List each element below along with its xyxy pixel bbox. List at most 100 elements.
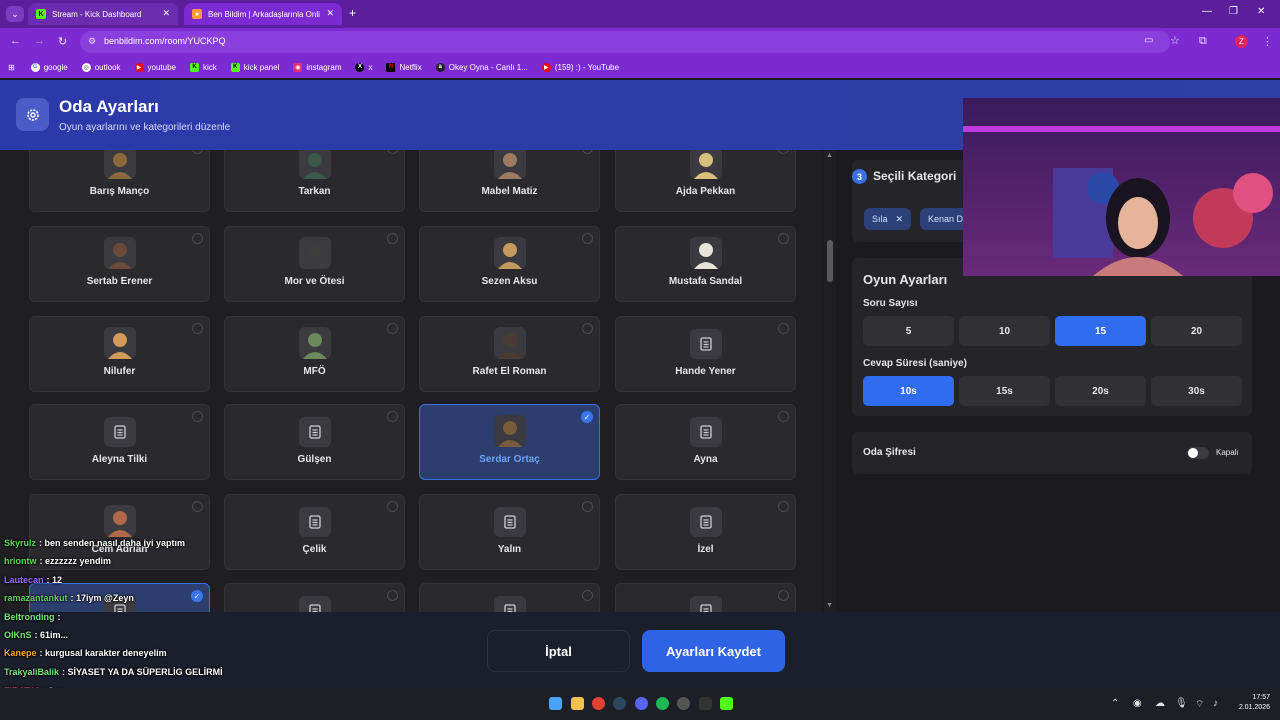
select-radio[interactable]	[582, 590, 593, 601]
chat-username[interactable]: hriontw	[4, 556, 37, 566]
tab-kick-dashboard[interactable]: K Stream - Kick Dashboard ✕	[28, 3, 178, 25]
profile-avatar[interactable]: Z	[1235, 35, 1248, 48]
question-count-option[interactable]: 5	[863, 316, 954, 346]
select-radio[interactable]	[582, 150, 593, 154]
select-radio[interactable]	[582, 233, 593, 244]
select-radio[interactable]	[192, 323, 203, 334]
steam-icon[interactable]	[613, 697, 626, 710]
chat-username[interactable]: OlKnS	[4, 630, 32, 640]
close-window-icon[interactable]: ✕	[1257, 6, 1265, 17]
obs-icon[interactable]	[677, 697, 690, 710]
category-card[interactable]: İzel	[615, 494, 796, 570]
category-card[interactable]: Sertab Erener	[29, 226, 210, 302]
reload-icon[interactable]: ↻	[58, 35, 67, 48]
bookmark-outlook[interactable]: ◎ outlook	[81, 62, 121, 72]
scroll-down-icon[interactable]: ▼	[826, 602, 833, 609]
app-icon[interactable]	[699, 697, 712, 710]
chat-username[interactable]: Lautecan	[4, 575, 44, 585]
select-radio[interactable]	[778, 150, 789, 154]
kick-app-icon[interactable]	[720, 697, 733, 710]
select-radio[interactable]	[778, 590, 789, 601]
category-card[interactable]: Sezen Aksu	[419, 226, 600, 302]
category-card[interactable]	[224, 583, 405, 612]
close-icon[interactable]: ✕	[326, 8, 334, 19]
select-radio[interactable]	[387, 150, 398, 154]
chat-username[interactable]: Kanepe	[4, 648, 37, 658]
category-card[interactable]: Ajda Pekkan	[615, 150, 796, 212]
remove-chip-icon[interactable]: ✕	[896, 214, 904, 225]
more-menu-icon[interactable]: ⋮	[1262, 35, 1273, 48]
select-radio[interactable]	[778, 411, 789, 422]
select-radio[interactable]	[192, 501, 203, 512]
category-card[interactable]: Çelik	[224, 494, 405, 570]
select-radio[interactable]	[778, 501, 789, 512]
bookmark-netflix[interactable]: N Netflix	[386, 62, 422, 72]
select-radio[interactable]	[192, 411, 203, 422]
chat-username[interactable]: TrakyaliBalik	[4, 667, 59, 677]
extensions-icon[interactable]: ⧉	[1199, 35, 1207, 48]
category-card[interactable]: Yalın	[419, 494, 600, 570]
bookmark-okey[interactable]: a Okey Oyna - Canlı 1...	[435, 62, 528, 72]
question-count-option[interactable]: 20	[1151, 316, 1242, 346]
answer-time-option-selected[interactable]: 10s	[863, 376, 954, 406]
chat-username[interactable]: ramazantankut	[4, 593, 68, 603]
scroll-thumb[interactable]	[827, 240, 833, 282]
select-radio[interactable]	[192, 233, 203, 244]
select-radio[interactable]	[387, 323, 398, 334]
category-card[interactable]: Tarkan	[224, 150, 405, 212]
category-card[interactable]: Mabel Matiz	[419, 150, 600, 212]
select-radio[interactable]	[582, 323, 593, 334]
chrome-icon[interactable]	[592, 697, 605, 710]
bookmark-youtube[interactable]: ▶ youtube	[134, 62, 176, 72]
discord-icon[interactable]	[635, 697, 648, 710]
category-card[interactable]: Mustafa Sandal	[615, 226, 796, 302]
minimize-icon[interactable]: —	[1202, 6, 1212, 17]
network-icon[interactable]: ☁	[1155, 698, 1165, 709]
grid-scrollbar[interactable]: ▲ ▼	[824, 150, 836, 612]
answer-time-option[interactable]: 15s	[959, 376, 1050, 406]
steam-tray-icon[interactable]: ◉	[1133, 698, 1142, 709]
save-settings-button[interactable]: Ayarları Kaydet	[642, 630, 785, 672]
bookmark-google[interactable]: Ggoogle	[30, 62, 68, 72]
taskbar-clock[interactable]: 17:57 2.01.2026	[1239, 693, 1270, 713]
scroll-up-icon[interactable]: ▲	[826, 152, 833, 159]
tab-search-icon[interactable]: ⌄	[6, 6, 24, 22]
category-card[interactable]: Ayna	[615, 404, 796, 480]
bookmark-x[interactable]: Xx	[355, 62, 372, 72]
restore-icon[interactable]: ❐	[1229, 6, 1238, 17]
category-card[interactable]	[419, 583, 600, 612]
category-card[interactable]: Barış Manço	[29, 150, 210, 212]
chat-username[interactable]: Beltronding	[4, 612, 55, 622]
category-card[interactable]: ✓ Serdar Ortaç	[419, 404, 600, 480]
category-card[interactable]	[615, 583, 796, 612]
bookmark-youtube-2[interactable]: ▶ (159) :) - YouTube	[541, 62, 619, 72]
category-card[interactable]: Aleyna Tilki	[29, 404, 210, 480]
url-field[interactable]: ⚙ benbildim.com/room/YUCKPQ ▭ ☆	[80, 31, 1180, 53]
select-radio[interactable]	[778, 323, 789, 334]
category-card[interactable]: Rafet El Roman	[419, 316, 600, 392]
select-radio[interactable]	[582, 501, 593, 512]
bookmark-star-icon[interactable]: ☆	[1170, 34, 1180, 47]
forward-icon[interactable]: →	[34, 35, 45, 47]
apps-icon[interactable]: ⊞	[8, 63, 15, 72]
category-card[interactable]: Nilufer	[29, 316, 210, 392]
wifi-icon[interactable]: ⌔	[1195, 698, 1204, 711]
mic-icon[interactable]: 🎙	[1175, 698, 1188, 709]
select-radio[interactable]	[387, 501, 398, 512]
question-count-option[interactable]: 10	[959, 316, 1050, 346]
spotify-icon[interactable]	[656, 697, 669, 710]
tab-ben-bildim[interactable]: ● Ben Bildim | Arkadaşlarınla Onli ✕	[184, 3, 342, 25]
room-password-toggle[interactable]	[1187, 447, 1209, 459]
bookmark-kick[interactable]: Kkick	[190, 62, 217, 72]
volume-icon[interactable]: ♪	[1213, 698, 1218, 709]
select-radio[interactable]	[778, 233, 789, 244]
category-card[interactable]: Mor ve Ötesi	[224, 226, 405, 302]
select-radio[interactable]	[192, 150, 203, 154]
category-card[interactable]: Hande Yener	[615, 316, 796, 392]
bookmark-kick-panel[interactable]: Kkick panel	[230, 62, 279, 72]
tray-chevron-icon[interactable]: ⌃	[1111, 698, 1119, 709]
select-radio[interactable]	[387, 590, 398, 601]
answer-time-option[interactable]: 20s	[1055, 376, 1146, 406]
question-count-option-selected[interactable]: 15	[1055, 316, 1146, 346]
cancel-button[interactable]: İptal	[487, 630, 630, 672]
